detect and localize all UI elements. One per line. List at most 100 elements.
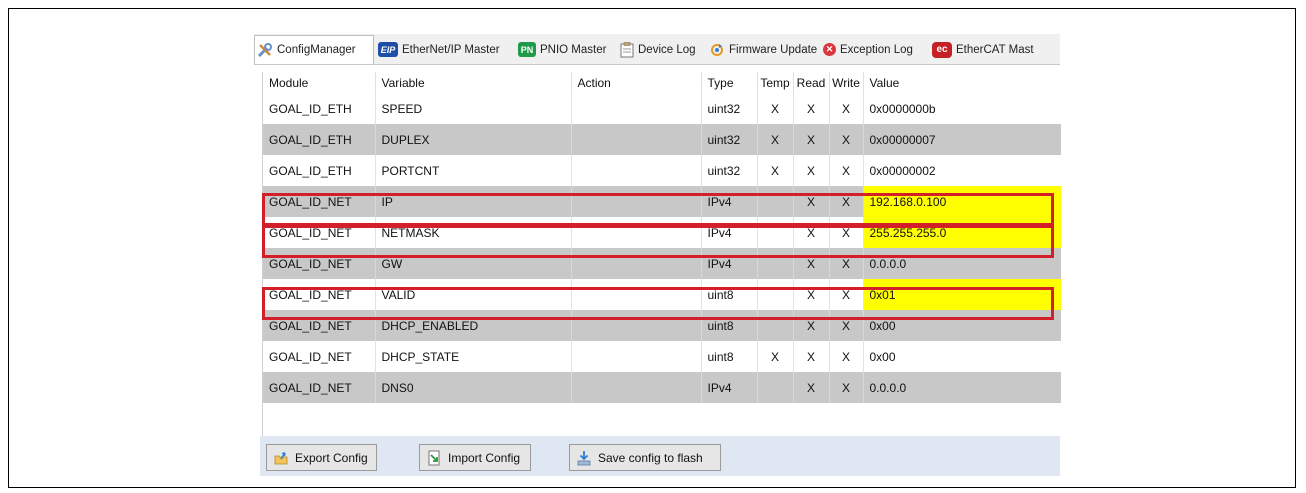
tab-firmware-update[interactable]: Firmware Update (707, 36, 819, 63)
cell-value[interactable]: 0x00000007 (863, 124, 1061, 155)
table-header: Module Variable Action Type Temp Read Wr… (263, 72, 1061, 93)
app-window: ConfigManager EIP EtherNet/IP Master PN … (254, 34, 1061, 474)
cell-value[interactable]: 0.0.0.0 (863, 372, 1061, 403)
tab-label: Firmware Update (729, 43, 818, 56)
cell-module: GOAL_ID_NET (263, 186, 376, 217)
cell-variable: SPEED (375, 93, 572, 124)
cell-read: X (793, 279, 830, 310)
clipboard-icon (620, 41, 634, 58)
cell-value[interactable]: 0x0000000b (863, 93, 1061, 124)
tab-exception-log[interactable]: ✕ Exception Log (821, 36, 915, 63)
cell-variable: IP (375, 186, 572, 217)
save-config-to-flash-button[interactable]: Save config to flash (569, 444, 721, 471)
table-row[interactable]: GOAL_ID_NET NETMASK IPv4 X X 255.255.255… (263, 217, 1061, 248)
save-config-to-flash-label: Save config to flash (598, 450, 703, 465)
tab-bar: ConfigManager EIP EtherNet/IP Master PN … (254, 34, 1060, 65)
cell-value[interactable]: 0x00 (863, 310, 1061, 341)
cell-module: GOAL_ID_NET (263, 341, 376, 372)
cell-temp (757, 310, 794, 341)
cell-action[interactable] (571, 93, 702, 124)
cell-action[interactable] (571, 124, 702, 155)
cell-read: X (793, 186, 830, 217)
cell-value[interactable]: 255.255.255.0 (863, 217, 1061, 248)
tab-label: EtherCAT Mast (956, 43, 1034, 56)
cell-variable: VALID (375, 279, 572, 310)
cell-write: X (829, 310, 864, 341)
table-row[interactable]: GOAL_ID_NET DHCP_STATE uint8 X X X 0x00 (263, 341, 1061, 372)
cell-action[interactable] (571, 341, 702, 372)
update-icon (709, 42, 725, 58)
tab-configmanager[interactable]: ConfigManager (254, 35, 374, 64)
cell-value[interactable]: 0.0.0.0 (863, 248, 1061, 279)
cell-module: GOAL_ID_NET (263, 217, 376, 248)
cell-action[interactable] (571, 310, 702, 341)
cell-read: X (793, 93, 830, 124)
cell-module: GOAL_ID_NET (263, 310, 376, 341)
column-header-action[interactable]: Action (571, 72, 702, 93)
cell-write: X (829, 372, 864, 403)
cell-action[interactable] (571, 279, 702, 310)
cell-temp (757, 217, 794, 248)
cell-type: IPv4 (701, 372, 758, 403)
cell-write: X (829, 155, 864, 186)
tab-label: Device Log (638, 43, 696, 56)
cell-write: X (829, 217, 864, 248)
export-config-button[interactable]: Export Config (266, 444, 377, 471)
table-row[interactable]: GOAL_ID_NET GW IPv4 X X 0.0.0.0 (263, 248, 1061, 279)
cell-variable: NETMASK (375, 217, 572, 248)
table-row[interactable]: GOAL_ID_NET DHCP_ENABLED uint8 X X 0x00 (263, 310, 1061, 341)
cell-module: GOAL_ID_NET (263, 279, 376, 310)
cell-module: GOAL_ID_NET (263, 248, 376, 279)
cell-action[interactable] (571, 155, 702, 186)
column-header-value[interactable]: Value (863, 72, 1061, 93)
cell-action[interactable] (571, 186, 702, 217)
table-row[interactable]: GOAL_ID_ETH PORTCNT uint32 X X X 0x00000… (263, 155, 1061, 186)
tab-pnio-master[interactable]: PN PNIO Master (516, 36, 608, 63)
tools-icon (257, 42, 273, 58)
tab-label: PNIO Master (540, 43, 607, 56)
cell-type: uint8 (701, 310, 758, 341)
cell-value[interactable]: 0x01 (863, 279, 1061, 310)
column-header-module[interactable]: Module (263, 72, 376, 93)
cell-write: X (829, 124, 864, 155)
column-header-type[interactable]: Type (701, 72, 758, 93)
cell-read: X (793, 155, 830, 186)
tab-ethernet-ip-master[interactable]: EIP EtherNet/IP Master (376, 36, 502, 63)
cell-read: X (793, 341, 830, 372)
cell-action[interactable] (571, 217, 702, 248)
cell-temp: X (757, 155, 794, 186)
table-row[interactable]: GOAL_ID_NET VALID uint8 X X 0x01 (263, 279, 1061, 310)
table-row[interactable]: GOAL_ID_NET IP IPv4 X X 192.168.0.100 (263, 186, 1061, 217)
column-header-write[interactable]: Write (829, 72, 864, 93)
table-row[interactable]: GOAL_ID_ETH DUPLEX uint32 X X X 0x000000… (263, 124, 1061, 155)
cell-read: X (793, 124, 830, 155)
tab-label: EtherNet/IP Master (402, 43, 500, 56)
cell-write: X (829, 248, 864, 279)
column-header-variable[interactable]: Variable (375, 72, 572, 93)
cell-value[interactable]: 192.168.0.100 (863, 186, 1061, 217)
cell-value[interactable]: 0x00000002 (863, 155, 1061, 186)
cell-variable: DHCP_ENABLED (375, 310, 572, 341)
cell-read: X (793, 248, 830, 279)
cell-write: X (829, 279, 864, 310)
cell-action[interactable] (571, 248, 702, 279)
cell-value[interactable]: 0x00 (863, 341, 1061, 372)
cell-temp: X (757, 93, 794, 124)
cell-variable: GW (375, 248, 572, 279)
cell-variable: PORTCNT (375, 155, 572, 186)
tab-ethercat-master[interactable]: ec EtherCAT Mast (930, 36, 1036, 63)
cell-action[interactable] (571, 372, 702, 403)
cell-type: uint8 (701, 341, 758, 372)
save-to-flash-icon (576, 450, 592, 466)
table-row[interactable]: GOAL_ID_NET DNS0 IPv4 X X 0.0.0.0 (263, 372, 1061, 403)
tab-device-log[interactable]: Device Log (618, 36, 698, 63)
import-config-button[interactable]: Import Config (419, 444, 531, 471)
column-header-temp[interactable]: Temp (757, 72, 794, 93)
cell-write: X (829, 93, 864, 124)
column-header-read[interactable]: Read (793, 72, 830, 93)
cell-read: X (793, 217, 830, 248)
table-row[interactable]: GOAL_ID_ETH SPEED uint32 X X X 0x0000000… (263, 93, 1061, 124)
import-icon (426, 450, 442, 466)
export-icon (273, 450, 289, 466)
cell-type: uint32 (701, 93, 758, 124)
